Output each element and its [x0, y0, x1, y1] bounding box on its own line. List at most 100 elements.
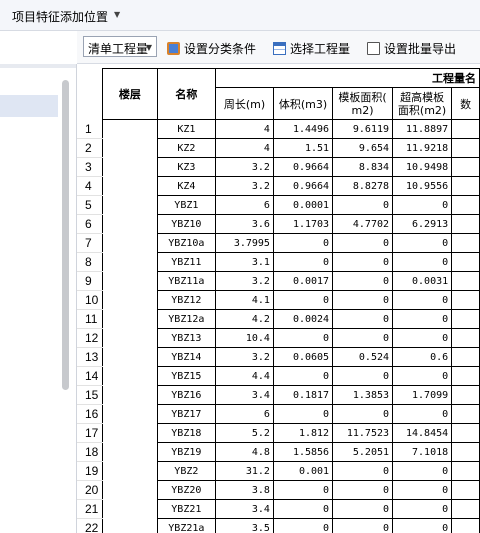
perimeter-cell[interactable]: 4.2 — [215, 309, 274, 329]
perimeter-cell[interactable]: 31.2 — [215, 461, 274, 481]
perimeter-cell[interactable]: 6 — [215, 404, 274, 424]
floor-cell[interactable] — [102, 157, 158, 177]
perimeter-cell[interactable]: 4.1 — [215, 290, 274, 310]
perimeter-cell[interactable]: 3.8 — [215, 480, 274, 500]
perimeter-cell[interactable]: 3.1 — [215, 252, 274, 272]
extra-cell[interactable] — [451, 119, 480, 139]
extra-cell[interactable] — [451, 290, 480, 310]
extra-cell[interactable] — [451, 233, 480, 253]
formwork-cell[interactable]: 1.3853 — [332, 385, 394, 405]
high-formwork-cell[interactable]: 10.9556 — [392, 176, 453, 196]
formwork-cell[interactable]: 0 — [332, 366, 394, 386]
name-cell[interactable]: YBZ2 — [156, 461, 217, 481]
high-formwork-cell[interactable]: 10.9498 — [392, 157, 453, 177]
volume-cell[interactable]: 0 — [272, 233, 334, 253]
high-formwork-cell[interactable]: 0 — [392, 518, 453, 533]
volume-cell[interactable]: 0.0001 — [272, 195, 334, 215]
floor-cell[interactable] — [102, 271, 158, 291]
extra-cell[interactable] — [451, 214, 480, 234]
formwork-cell[interactable]: 0 — [332, 480, 394, 500]
name-cell[interactable]: YBZ18 — [156, 423, 217, 443]
formwork-cell[interactable]: 9.654 — [332, 138, 394, 158]
col-extra-header[interactable]: 数 — [451, 87, 480, 120]
floor-cell[interactable] — [102, 119, 158, 139]
formwork-cell[interactable]: 11.7523 — [332, 423, 394, 443]
floor-cell[interactable] — [102, 480, 158, 500]
high-formwork-cell[interactable]: 0 — [392, 309, 453, 329]
floor-cell[interactable] — [102, 385, 158, 405]
name-cell[interactable]: YBZ1 — [156, 195, 217, 215]
table-row[interactable]: 4 KZ4 3.2 0.9664 8.8278 10.9556 — [77, 176, 480, 196]
perimeter-cell[interactable]: 4 — [215, 119, 274, 139]
volume-cell[interactable]: 0.9664 — [272, 157, 334, 177]
floor-cell[interactable] — [102, 442, 158, 462]
perimeter-cell[interactable]: 3.4 — [215, 385, 274, 405]
floor-cell[interactable] — [102, 518, 158, 533]
volume-cell[interactable]: 0 — [272, 290, 334, 310]
floor-cell[interactable] — [102, 309, 158, 329]
col-high-formwork-header[interactable]: 超高模板 面积(m2) — [392, 87, 453, 120]
high-formwork-cell[interactable]: 6.2913 — [392, 214, 453, 234]
perimeter-cell[interactable]: 4.4 — [215, 366, 274, 386]
floor-cell[interactable] — [102, 176, 158, 196]
floor-cell[interactable] — [102, 423, 158, 443]
table-row[interactable]: 22 YBZ21a 3.5 0 0 0 — [77, 518, 480, 533]
floor-cell[interactable] — [102, 252, 158, 272]
volume-cell[interactable]: 0.0024 — [272, 309, 334, 329]
left-panel-selected-item[interactable] — [0, 95, 58, 117]
col-perimeter-header[interactable]: 周长(m) — [215, 87, 274, 120]
extra-cell[interactable] — [451, 480, 480, 500]
volume-cell[interactable]: 0 — [272, 252, 334, 272]
table-row[interactable]: 11 YBZ12a 4.2 0.0024 0 0 — [77, 309, 480, 329]
table-row[interactable]: 8 YBZ11 3.1 0 0 0 — [77, 252, 480, 272]
volume-cell[interactable]: 0 — [272, 366, 334, 386]
perimeter-cell[interactable]: 5.2 — [215, 423, 274, 443]
volume-cell[interactable]: 0.001 — [272, 461, 334, 481]
volume-cell[interactable]: 1.4496 — [272, 119, 334, 139]
extra-cell[interactable] — [451, 271, 480, 291]
formwork-cell[interactable]: 0 — [332, 461, 394, 481]
name-cell[interactable]: YBZ21a — [156, 518, 217, 533]
perimeter-cell[interactable]: 3.2 — [215, 271, 274, 291]
high-formwork-cell[interactable]: 0 — [392, 404, 453, 424]
table-row[interactable]: 3 KZ3 3.2 0.9664 8.834 10.9498 — [77, 157, 480, 177]
high-formwork-cell[interactable]: 0.0031 — [392, 271, 453, 291]
volume-cell[interactable]: 1.51 — [272, 138, 334, 158]
volume-cell[interactable]: 0.1817 — [272, 385, 334, 405]
high-formwork-cell[interactable]: 11.8897 — [392, 119, 453, 139]
floor-cell[interactable] — [102, 461, 158, 481]
name-cell[interactable]: YBZ19 — [156, 442, 217, 462]
perimeter-cell[interactable]: 6 — [215, 195, 274, 215]
left-panel-scrollbar[interactable] — [62, 80, 69, 390]
perimeter-cell[interactable]: 3.2 — [215, 176, 274, 196]
title-dropdown-icon[interactable]: ▼ — [114, 10, 120, 19]
volume-cell[interactable]: 0 — [272, 328, 334, 348]
floor-cell[interactable] — [102, 366, 158, 386]
high-formwork-cell[interactable]: 0 — [392, 366, 453, 386]
extra-cell[interactable] — [451, 138, 480, 158]
extra-cell[interactable] — [451, 195, 480, 215]
volume-cell[interactable]: 0.9664 — [272, 176, 334, 196]
name-cell[interactable]: KZ3 — [156, 157, 217, 177]
extra-cell[interactable] — [451, 252, 480, 272]
extra-cell[interactable] — [451, 309, 480, 329]
volume-cell[interactable]: 0.0017 — [272, 271, 334, 291]
extra-cell[interactable] — [451, 423, 480, 443]
formwork-cell[interactable]: 0 — [332, 271, 394, 291]
high-formwork-cell[interactable]: 14.8454 — [392, 423, 453, 443]
floor-cell[interactable] — [102, 195, 158, 215]
high-formwork-cell[interactable]: 11.9218 — [392, 138, 453, 158]
table-row[interactable]: 9 YBZ11a 3.2 0.0017 0 0.0031 — [77, 271, 480, 291]
formwork-cell[interactable]: 0 — [332, 195, 394, 215]
extra-cell[interactable] — [451, 157, 480, 177]
table-row[interactable]: 19 YBZ2 31.2 0.001 0 0 — [77, 461, 480, 481]
formwork-cell[interactable]: 0 — [332, 499, 394, 519]
floor-cell[interactable] — [102, 404, 158, 424]
name-cell[interactable]: YBZ14 — [156, 347, 217, 367]
name-cell[interactable]: YBZ21 — [156, 499, 217, 519]
formwork-cell[interactable]: 0 — [332, 252, 394, 272]
name-cell[interactable]: YBZ11a — [156, 271, 217, 291]
high-formwork-cell[interactable]: 0 — [392, 252, 453, 272]
table-row[interactable]: 21 YBZ21 3.4 0 0 0 — [77, 499, 480, 519]
formwork-cell[interactable]: 0 — [332, 290, 394, 310]
